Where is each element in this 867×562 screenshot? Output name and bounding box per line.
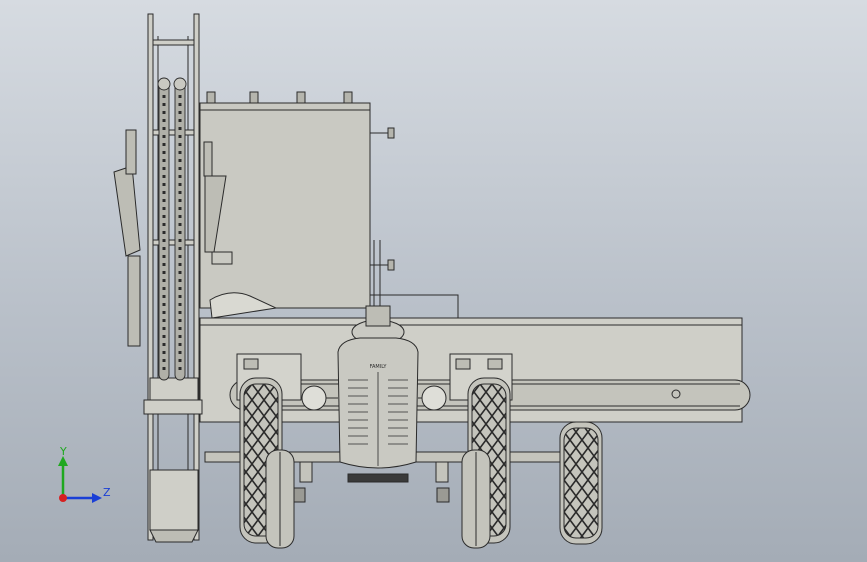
front-tire-left xyxy=(265,449,295,549)
triad-y-label: Y xyxy=(59,445,67,458)
cad-viewport[interactable]: FAMILY Y Z xyxy=(0,0,867,562)
elevator-chain-right xyxy=(173,77,187,381)
front-tire-right xyxy=(461,449,491,549)
coordinate-triad xyxy=(58,456,102,503)
cad-model-view[interactable]: FAMILY Y Z xyxy=(0,0,867,562)
trailer-tire xyxy=(559,421,603,545)
hopper-bin xyxy=(199,91,395,320)
tractor-badge: FAMILY xyxy=(370,364,388,370)
elevator-tower xyxy=(143,13,203,543)
elevator-chain-left xyxy=(157,77,171,381)
triad-z-label: Z xyxy=(103,486,111,499)
